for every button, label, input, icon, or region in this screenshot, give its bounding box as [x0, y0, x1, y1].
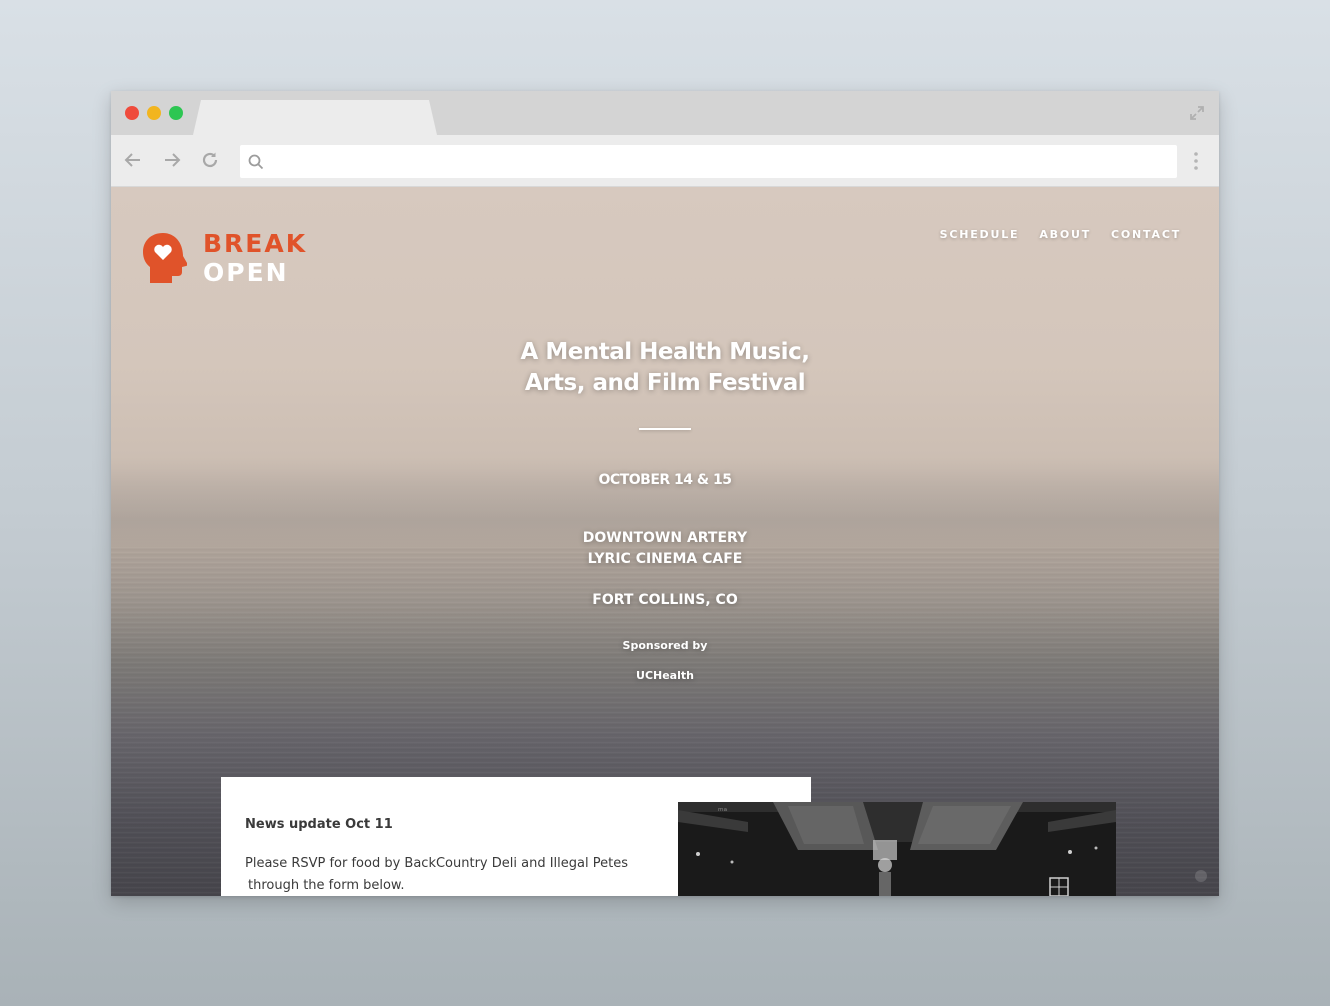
nav-link-about[interactable]: ABOUT [1039, 228, 1091, 241]
tab-bar [111, 91, 1219, 135]
browser-tab[interactable] [193, 100, 437, 135]
address-bar[interactable] [240, 145, 1177, 178]
svg-text:ᵐᵃ: ᵐᵃ [718, 807, 727, 817]
sponsored-by-label: Sponsored by [622, 639, 708, 652]
venue-photo: ᵐᵃ [678, 802, 1116, 896]
venue-2: LYRIC CINEMA CAFE [587, 551, 743, 567]
search-icon [248, 154, 264, 170]
browser-window: BREAK OPEN SCHEDULE ABOUT CONTACT A Ment… [111, 91, 1219, 896]
head-heart-logo-icon [143, 233, 187, 283]
hero-divider [639, 428, 691, 430]
back-arrow-icon[interactable] [123, 150, 143, 170]
expand-icon[interactable] [1189, 105, 1205, 121]
logo-word-open: OPEN [203, 258, 289, 287]
close-window-button[interactable] [125, 106, 139, 120]
maximize-window-button[interactable] [169, 106, 183, 120]
venue-1: DOWNTOWN ARTERY [582, 530, 748, 546]
news-body-line-1: Please RSVP for food by BackCountry Deli… [245, 856, 628, 871]
news-body: Please RSVP for food by BackCountry Deli… [245, 853, 665, 896]
page-viewport: BREAK OPEN SCHEDULE ABOUT CONTACT A Ment… [111, 187, 1219, 896]
main-nav: SCHEDULE ABOUT CONTACT [940, 228, 1181, 241]
browser-toolbar [111, 135, 1219, 187]
sponsor-name: UCHealth [636, 669, 694, 682]
site-logo[interactable]: BREAK OPEN [141, 229, 321, 289]
scroll-indicator[interactable] [1195, 870, 1207, 882]
news-body-line-2: through the form below. [248, 878, 405, 893]
hero-section: A Mental Health Music, Arts, and Film Fe… [111, 337, 1219, 682]
nav-link-schedule[interactable]: SCHEDULE [940, 228, 1020, 241]
reload-icon[interactable] [200, 150, 220, 170]
hero-headline: A Mental Health Music, Arts, and Film Fe… [111, 337, 1219, 399]
headline-line-2: Arts, and Film Festival [524, 370, 806, 396]
festival-dates: OCTOBER 14 & 15 [598, 472, 732, 488]
festival-city: FORT COLLINS, CO [592, 592, 738, 608]
minimize-window-button[interactable] [147, 106, 161, 120]
forward-arrow-icon[interactable] [162, 150, 182, 170]
more-options-icon[interactable] [1187, 150, 1205, 172]
logo-word-break: BREAK [203, 229, 308, 258]
venue-photo-image: ᵐᵃ [678, 802, 1116, 896]
news-title: News update Oct 11 [245, 817, 393, 832]
nav-link-contact[interactable]: CONTACT [1111, 228, 1181, 241]
headline-line-1: A Mental Health Music, [520, 339, 810, 365]
festival-venues: DOWNTOWN ARTERY LYRIC CINEMA CAFE [111, 528, 1219, 570]
logo-wordmark: BREAK OPEN [203, 229, 307, 287]
